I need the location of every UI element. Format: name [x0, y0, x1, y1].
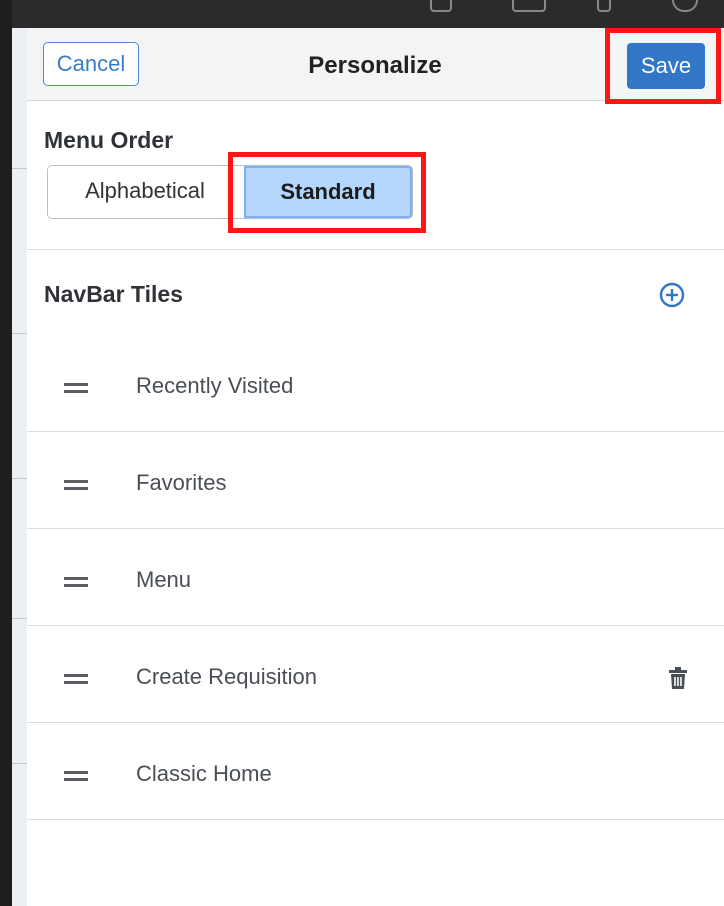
navbar-tiles-label: NavBar Tiles [44, 281, 183, 307]
top-toolbar [12, 0, 724, 28]
tile-label: Classic Home [136, 761, 272, 786]
list-item[interactable]: Recently Visited [27, 335, 724, 432]
list-item[interactable]: Menu [27, 529, 724, 626]
toolbar-icon[interactable] [430, 0, 452, 12]
drag-handle-icon[interactable] [64, 577, 88, 587]
trash-icon[interactable] [668, 666, 688, 690]
toolbar-icon[interactable] [512, 0, 546, 12]
tile-label: Create Requisition [136, 664, 317, 689]
tile-label: Recently Visited [136, 373, 294, 398]
cancel-button[interactable]: Cancel [43, 42, 139, 86]
window-edge [0, 0, 12, 906]
divider [27, 249, 724, 250]
drag-handle-icon[interactable] [64, 480, 88, 490]
menu-order-label: Menu Order [44, 127, 174, 153]
alphabetical-option[interactable]: Alphabetical [48, 166, 242, 218]
drag-handle-icon[interactable] [64, 771, 88, 781]
list-item[interactable]: Favorites [27, 432, 724, 529]
standard-highlight-box [228, 152, 426, 233]
list-item[interactable]: Classic Home [27, 723, 724, 820]
toolbar-icon[interactable] [597, 0, 611, 12]
add-circle-icon[interactable] [658, 281, 686, 309]
drag-handle-icon[interactable] [64, 383, 88, 393]
toolbar-icon[interactable] [672, 0, 698, 12]
tile-label: Menu [136, 567, 192, 592]
list-item[interactable]: Create Requisition [27, 626, 724, 723]
page-title: Personalize [308, 52, 442, 79]
save-highlight-box [605, 28, 721, 104]
tile-label: Favorites [136, 470, 227, 495]
drag-handle-icon[interactable] [64, 674, 88, 684]
